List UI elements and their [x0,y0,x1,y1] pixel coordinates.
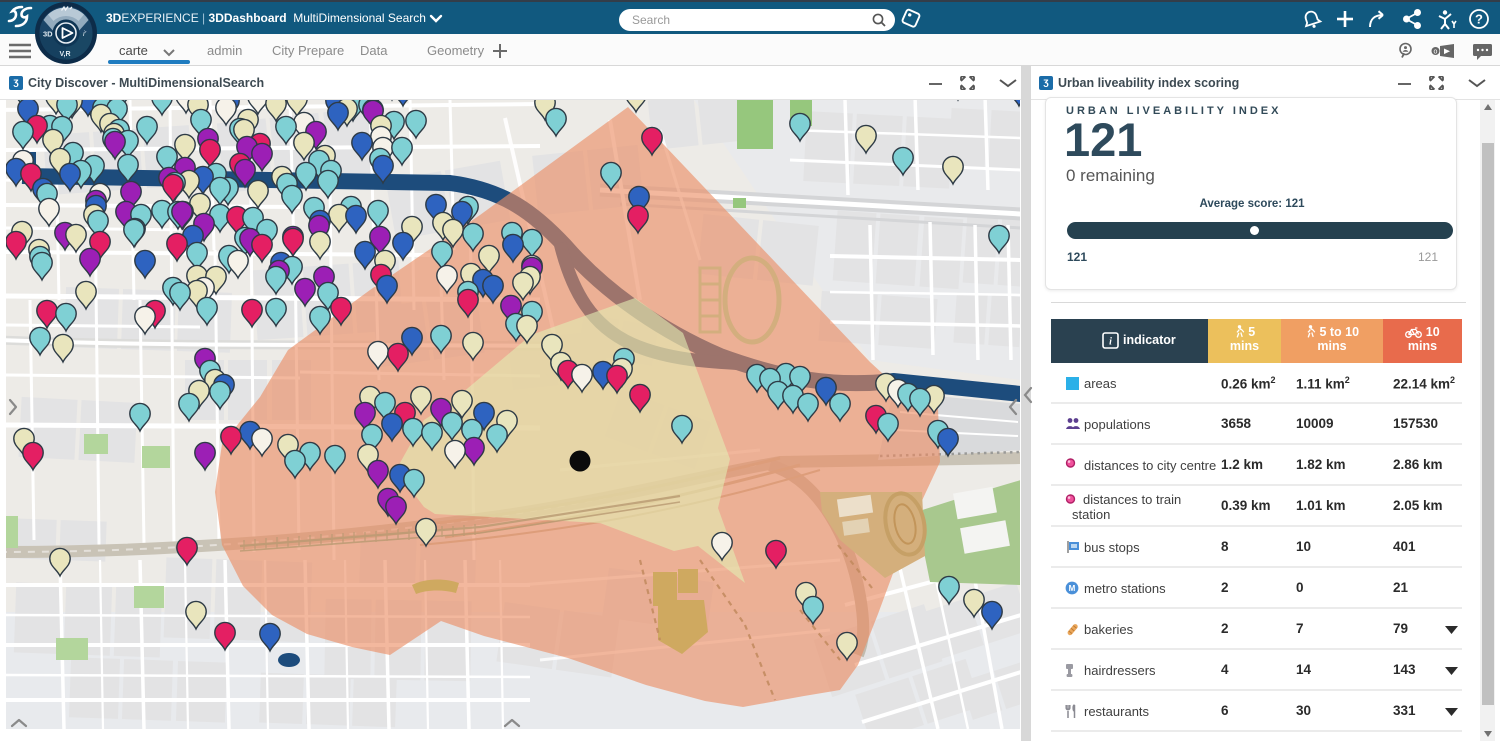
svg-text:o: o [1434,49,1438,56]
svg-text:3D: 3D [43,30,53,39]
svg-text:?: ? [1475,12,1483,27]
svg-text:V,R: V,R [60,51,71,58]
svg-text:M: M [1069,584,1076,593]
svg-text:i: i [1109,337,1112,348]
